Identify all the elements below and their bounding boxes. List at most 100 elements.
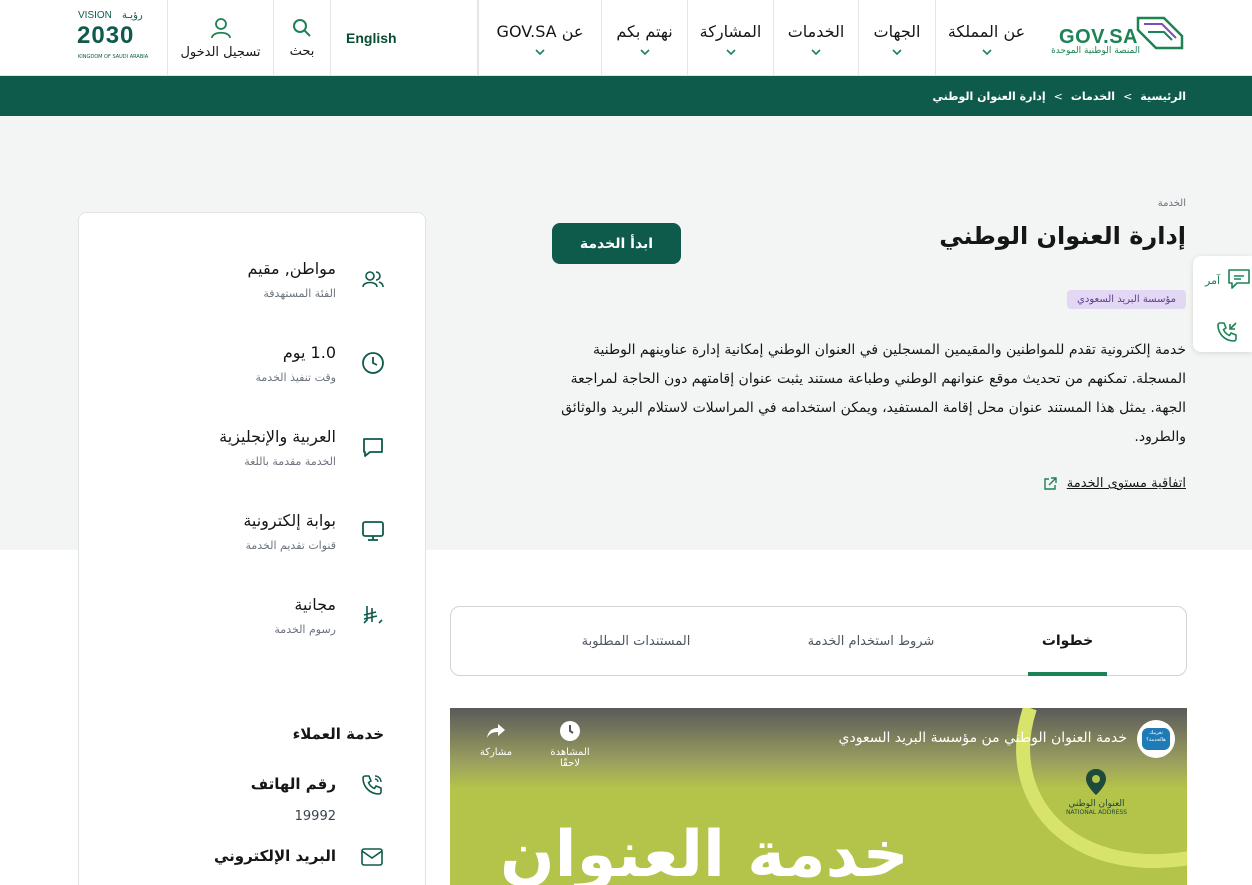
clock-icon bbox=[560, 721, 580, 741]
breadcrumb-services[interactable]: الخدمات bbox=[1071, 90, 1115, 103]
vision-kingdom: KINGDOM OF SAUDI ARABIA bbox=[78, 54, 149, 60]
watch-later-label: المشاهدة لاحقًا bbox=[550, 747, 590, 769]
breadcrumb-separator: > bbox=[1053, 89, 1063, 103]
chevron-down-icon bbox=[639, 48, 650, 55]
chevron-down-icon bbox=[981, 48, 992, 55]
info-label: الفئة المستهدفة bbox=[263, 287, 336, 300]
sla-link[interactable]: اتفاقية مستوى الخدمة bbox=[1043, 476, 1186, 491]
breadcrumb: الرئيسية > الخدمات > إدارة العنوان الوطن… bbox=[933, 76, 1186, 116]
chevron-down-icon bbox=[811, 48, 821, 55]
channel-badge: تعريبك هالخدمة؟ bbox=[1142, 728, 1170, 750]
search-icon bbox=[293, 18, 311, 37]
breadcrumb-current: إدارة العنوان الوطني bbox=[932, 89, 1046, 103]
chat-icon bbox=[363, 438, 383, 457]
logo-subtitle: المنصة الوطنية الموحدة bbox=[1051, 46, 1140, 56]
service-eyebrow: الخدمة bbox=[1157, 198, 1186, 209]
channel-avatar[interactable]: تعريبك هالخدمة؟ bbox=[1137, 720, 1175, 758]
breadcrumb-home[interactable]: الرئيسية bbox=[1140, 90, 1186, 103]
info-label: الخدمة مقدمة باللغة bbox=[244, 455, 336, 468]
video-title[interactable]: خدمة العنوان الوطني من مؤسسة البريد السع… bbox=[839, 730, 1127, 746]
sla-link-label: اتفاقية مستوى الخدمة bbox=[1066, 476, 1186, 491]
share-icon bbox=[487, 724, 505, 738]
tab-steps[interactable]: خطوات bbox=[1028, 607, 1107, 676]
watermark-english: NATIONAL ADDRESS bbox=[1065, 809, 1127, 816]
info-value: العربية والإنجليزية bbox=[219, 427, 336, 446]
info-execution-time: 1.0 يوم وقت تنفيذ الخدمة bbox=[77, 343, 425, 403]
tab-terms[interactable]: شروط استخدام الخدمة bbox=[781, 607, 961, 675]
login-label: تسجيل الدخول bbox=[180, 44, 261, 60]
customer-service-title: خدمة العملاء bbox=[292, 725, 384, 743]
info-target-audience: مواطن, مقيم الفئة المستهدفة bbox=[77, 259, 425, 319]
nav-label: الخدمات bbox=[787, 21, 845, 41]
incoming-call-icon[interactable] bbox=[1215, 320, 1239, 344]
clock-icon bbox=[362, 352, 384, 374]
agency-badge[interactable]: مؤسسة البريد السعودي bbox=[1067, 290, 1186, 309]
info-value: 1.0 يوم bbox=[282, 343, 336, 362]
login-button[interactable]: تسجيل الدخول bbox=[167, 0, 273, 76]
customer-service-email[interactable]: البريد الإلكتروني bbox=[77, 845, 425, 885]
breadcrumb-bar: الرئيسية > الخدمات > إدارة العنوان الوطن… bbox=[0, 76, 1252, 116]
nav-label: المشاركة bbox=[699, 21, 762, 41]
nav-about-kingdom[interactable]: عن المملكة bbox=[935, 0, 1037, 76]
floating-tools: آمر bbox=[1193, 256, 1252, 352]
share-button[interactable]: مشاركة bbox=[466, 720, 526, 758]
nav-label: الجهات bbox=[873, 21, 921, 41]
watch-later-button[interactable]: المشاهدة لاحقًا bbox=[540, 720, 600, 769]
info-value: مجانية bbox=[294, 595, 336, 614]
phone-icon bbox=[362, 775, 382, 795]
breadcrumb-separator: > bbox=[1123, 89, 1133, 103]
mail-icon bbox=[361, 848, 383, 866]
email-label: البريد الإلكتروني bbox=[214, 847, 336, 865]
language-switch[interactable]: English bbox=[330, 0, 478, 76]
customer-service-phone[interactable]: رقم الهاتف 19992 bbox=[77, 773, 425, 833]
nav-services[interactable]: الخدمات bbox=[773, 0, 858, 76]
chevron-down-icon bbox=[535, 48, 545, 55]
nav-about-gov-sa[interactable]: عن GOV.SA bbox=[478, 0, 601, 76]
search-button[interactable]: بحث bbox=[273, 0, 330, 76]
amr-label: آمر bbox=[1205, 274, 1221, 287]
chat-bubble-icon bbox=[1228, 269, 1250, 289]
gov-sa-logo[interactable]: GOV.SA المنصة الوطنية الموحدة bbox=[1048, 12, 1186, 62]
info-label: رسوم الخدمة bbox=[274, 623, 336, 636]
nav-we-care[interactable]: نهتم بكم bbox=[601, 0, 687, 76]
external-link-icon bbox=[1044, 476, 1057, 490]
tab-required-documents[interactable]: المستندات المطلوبة bbox=[546, 607, 726, 675]
video-big-text: خدمة العنوان bbox=[500, 818, 909, 885]
watermark-arabic: العنوان الوطني bbox=[1068, 799, 1125, 809]
info-fees: مجانية رسوم الخدمة bbox=[77, 595, 425, 655]
riyal-icon bbox=[363, 606, 383, 624]
info-channels: بوابة إلكترونية قنوات تقديم الخدمة bbox=[77, 511, 425, 571]
nav-participation[interactable]: المشاركة bbox=[687, 0, 773, 76]
nav-label: عن المملكة bbox=[947, 21, 1026, 41]
phone-label: رقم الهاتف bbox=[250, 775, 336, 793]
phone-value[interactable]: 19992 bbox=[295, 809, 336, 824]
vision-text: VISION bbox=[78, 10, 112, 21]
vision-arabic: رؤيـة bbox=[122, 10, 143, 21]
chevron-down-icon bbox=[725, 48, 736, 55]
amr-assistant-button[interactable]: آمر bbox=[1203, 268, 1251, 294]
chevron-down-icon bbox=[892, 48, 902, 55]
nav-label: عن GOV.SA bbox=[496, 21, 584, 41]
vision-2030-logo: VISION رؤيـة 2030 KINGDOM OF SAUDI ARABI… bbox=[76, 10, 154, 66]
service-info-card: مواطن, مقيم الفئة المستهدفة 1.0 يوم وقت … bbox=[78, 212, 426, 885]
start-service-button[interactable]: ابدأ الخدمة bbox=[552, 223, 681, 264]
logo-mark-icon bbox=[1136, 16, 1184, 50]
info-label: وقت تنفيذ الخدمة bbox=[255, 371, 336, 384]
page-title: إدارة العنوان الوطني bbox=[939, 222, 1186, 250]
site-header: GOV.SA المنصة الوطنية الموحدة عن المملكة… bbox=[0, 0, 1252, 76]
nav-label: نهتم بكم bbox=[616, 21, 673, 41]
monitor-icon bbox=[362, 521, 384, 541]
vision-year: 2030 bbox=[77, 22, 135, 49]
info-language: العربية والإنجليزية الخدمة مقدمة باللغة bbox=[77, 427, 425, 487]
nav-agencies[interactable]: الجهات bbox=[858, 0, 935, 76]
service-tabs: خطوات شروط استخدام الخدمة المستندات المط… bbox=[450, 606, 1187, 676]
share-label: مشاركة bbox=[479, 747, 513, 758]
national-address-watermark: العنوان الوطني NATIONAL ADDRESS bbox=[1066, 768, 1127, 816]
users-icon bbox=[362, 271, 384, 288]
info-value: مواطن, مقيم bbox=[247, 259, 336, 278]
info-label: قنوات تقديم الخدمة bbox=[245, 539, 336, 552]
search-label: بحث bbox=[289, 43, 315, 59]
service-description: خدمة إلكترونية تقدم للمواطنين والمقيمين … bbox=[561, 342, 1186, 445]
service-video[interactable]: تعريبك هالخدمة؟ خدمة العنوان الوطني من م… bbox=[450, 708, 1187, 885]
info-value: بوابة إلكترونية bbox=[243, 511, 336, 530]
